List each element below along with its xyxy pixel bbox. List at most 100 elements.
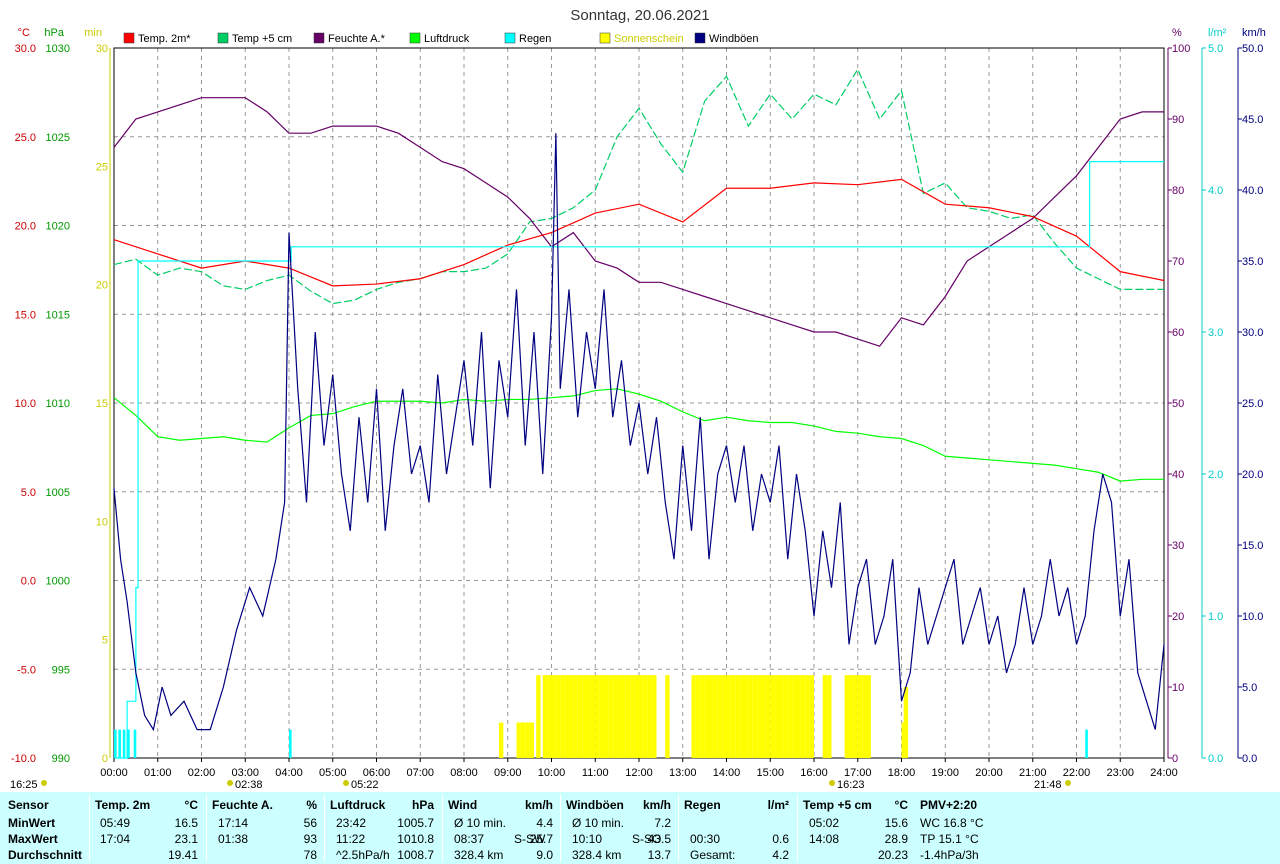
sunshine-bar — [827, 675, 832, 758]
stats-value: 1010.8 — [397, 832, 434, 846]
stats-header-col_rain: Regen — [684, 798, 721, 812]
y-tick-label-wind: 50.0 — [1242, 43, 1263, 55]
y-tick-label-temp: 30.0 — [15, 43, 36, 55]
legend-label: Sonnenschein — [614, 33, 684, 45]
sunshine-bar — [643, 675, 648, 758]
sunshine-bar — [853, 675, 858, 758]
stats-unit-col_wind: km/h — [524, 798, 553, 812]
x-tick-label: 20:00 — [975, 767, 1003, 779]
sunshine-bar — [564, 675, 569, 758]
sunshine-bar — [577, 675, 583, 758]
y-tick-label-temp: 25.0 — [15, 132, 36, 144]
stats-unit-col_rain: l/m² — [767, 798, 789, 812]
sunshine-bar — [586, 675, 591, 758]
y-tick-label-humidity: 70 — [1172, 256, 1184, 268]
y-tick-label-pressure: 990 — [52, 753, 70, 765]
sunshine-bar — [709, 675, 714, 758]
stats-time: 05:49 — [100, 816, 131, 830]
stats-value: 93 — [303, 832, 317, 846]
sunshine-bar — [612, 675, 618, 758]
y-tick-label-sunshine: 5 — [102, 635, 108, 647]
stats-value: 19.41 — [167, 848, 198, 862]
y-tick-label-humidity: 40 — [1172, 469, 1184, 481]
sunshine-bar — [730, 675, 736, 758]
y-tick-label-temp: -5.0 — [17, 664, 36, 676]
stats-value: 43.5 — [647, 832, 671, 846]
line-series — [113, 68, 1165, 759]
sunshine-bar — [542, 675, 548, 758]
stats-pmv-row: TP 15.1 °C — [920, 832, 979, 846]
sunshine-bar — [516, 722, 521, 758]
axis-unit-wind: km/h — [1242, 27, 1266, 39]
legend-label: Luftdruck — [424, 33, 470, 45]
stats-header-col_temp: Temp. 2m — [95, 798, 151, 812]
stats-unit-col_temp: °C — [184, 798, 198, 812]
legend-swatch — [217, 32, 229, 44]
stats-value: 28.9 — [884, 832, 908, 846]
stats-value: 15.6 — [884, 816, 908, 830]
sunshine-bar — [849, 675, 854, 758]
stats-time: 10:10 — [572, 832, 603, 846]
legend-swatch — [694, 32, 706, 44]
sunshine-bar — [739, 675, 744, 758]
sunshine-bar — [555, 675, 561, 758]
y-tick-label-humidity: 50 — [1172, 398, 1184, 410]
y-tick-label-wind: 25.0 — [1242, 398, 1263, 410]
stats-time: 01:38 — [218, 832, 249, 846]
y-tick-label-rain: 5.0 — [1208, 43, 1223, 55]
rain-bar — [122, 729, 126, 758]
sunshine-bar — [634, 675, 639, 758]
legend-label: Windböen — [709, 33, 759, 45]
axis-unit-humidity: % — [1172, 27, 1182, 39]
stats-separator — [324, 794, 325, 862]
stats-separator — [442, 794, 443, 862]
x-tick-label: 04:00 — [275, 767, 303, 779]
stats-header-col_press: Luftdruck — [330, 798, 386, 812]
stats-unit-col_temp5: °C — [894, 798, 908, 812]
rain-bar — [1085, 729, 1088, 758]
y-tick-label-wind: 10.0 — [1242, 611, 1263, 623]
sunshine-bar — [792, 675, 797, 758]
sunrise-icon — [41, 780, 47, 786]
legend-label: Temp. 2m* — [138, 33, 191, 45]
sunshine-bar — [735, 675, 740, 758]
y-tick-label-sunshine: 25 — [96, 161, 108, 173]
sunshine-bar — [652, 675, 657, 758]
y-tick-label-rain: 3.0 — [1208, 327, 1223, 339]
stats-time: 08:37 — [454, 832, 485, 846]
sunshine-bar — [805, 675, 810, 758]
sunshine-bar — [752, 675, 758, 758]
sunshine-bar — [787, 675, 793, 758]
sunshine-bar — [761, 675, 766, 758]
y-tick-label-pressure: 1030 — [46, 43, 70, 55]
x-tick-label: 11:00 — [582, 767, 609, 779]
x-tick-label: 17:00 — [844, 767, 872, 779]
sunshine-bar — [700, 675, 705, 758]
y-tick-label-humidity: 60 — [1172, 327, 1184, 339]
y-tick-label-sunshine: 30 — [96, 43, 108, 55]
legend: Temp. 2m* Temp +5 cm Feuchte A.* Luftdruck R… — [123, 32, 759, 45]
x-tick-label: 02:00 — [188, 767, 216, 779]
y-tick-label-sunshine: 20 — [96, 280, 108, 292]
legend-label: Feuchte A.* — [328, 33, 386, 45]
stats-time: 17:04 — [100, 832, 131, 846]
sunshine-bar — [625, 675, 631, 758]
sunshine-bar — [520, 722, 526, 758]
sunshine-bar — [744, 675, 749, 758]
stats-separator — [560, 794, 561, 862]
stats-value: 4.2 — [772, 848, 789, 862]
sunshine-bar — [722, 675, 727, 758]
y-tick-label-humidity: 30 — [1172, 540, 1184, 552]
stats-row-label: MinWert — [8, 816, 56, 830]
moon-icon — [829, 780, 835, 786]
stats-time: Ø 10 min. — [454, 816, 507, 830]
y-tick-label-sunshine: 0 — [102, 753, 108, 765]
sunshine-bar — [857, 675, 863, 758]
stats-header-col_gust: Windböen — [566, 798, 624, 812]
moon-markers: 02:38 05:22 16:23 — [41, 779, 1071, 791]
stats-value: 25.7 — [529, 832, 553, 846]
x-tick-label: 09:00 — [494, 767, 522, 779]
sunshine-bar — [499, 722, 504, 758]
sunrise-label: 16:25 — [10, 779, 38, 791]
sunshine-bar — [862, 675, 867, 758]
